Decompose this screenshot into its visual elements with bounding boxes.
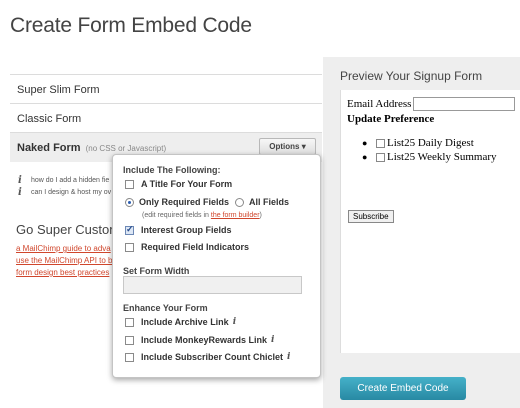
form-type-list: Super Slim Form Classic Form Naked Form …: [10, 74, 322, 162]
archive-link-label: Include Archive Link: [141, 317, 229, 327]
help-links: i how do I add a hidden fie i can I desi…: [18, 174, 111, 198]
list-item: ● List25 Daily Digest: [362, 136, 497, 150]
option-required-fields: Only Required Fields All Fields: [125, 197, 289, 207]
options-button[interactable]: Options ▾: [259, 138, 316, 155]
subscriber-count-label: Include Subscriber Count Chiclet: [141, 352, 284, 362]
option-archive-link[interactable]: Include Archive Link i: [125, 317, 236, 327]
list-label: List25 Weekly Summary: [387, 151, 497, 163]
list-item: ● List25 Weekly Summary: [362, 150, 497, 164]
help-link-label: can I design & host my ov: [31, 188, 112, 196]
info-icon[interactable]: i: [287, 352, 290, 362]
monkey-rewards-label: Include MonkeyRewards Link: [141, 335, 268, 345]
interest-groups-label: Interest Group Fields: [141, 225, 232, 235]
update-preference-heading: Update Preference: [347, 113, 435, 125]
help-link-design-host[interactable]: i can I design & host my ov: [18, 186, 111, 198]
include-heading: Include The Following:: [123, 165, 221, 175]
create-embed-code-button[interactable]: Create Embed Code: [340, 377, 466, 400]
form-width-input[interactable]: [123, 276, 302, 294]
email-field[interactable]: [413, 97, 516, 111]
bullet-icon: ●: [362, 138, 368, 148]
page-title: Create Form Embed Code: [10, 14, 252, 37]
all-fields-label: All Fields: [249, 197, 290, 207]
only-required-label: Only Required Fields: [139, 197, 230, 207]
info-icon: i: [18, 174, 22, 186]
required-fields-note: (edit required fields in the form builde…: [142, 212, 262, 219]
note-prefix: (edit required fields in: [142, 212, 209, 219]
form-type-classic[interactable]: Classic Form: [10, 103, 322, 132]
only-required-radio[interactable]: [125, 197, 134, 207]
preview-title: Preview Your Signup Form: [340, 69, 483, 83]
custom-link-advanced-guide[interactable]: a MailChimp guide to adva: [16, 243, 116, 255]
bullet-icon: ●: [362, 152, 368, 162]
options-button-label: Options: [269, 142, 300, 151]
option-required-indicators[interactable]: Required Field Indicators: [125, 242, 249, 252]
form-width-heading: Set Form Width: [123, 266, 190, 276]
help-link-hidden-field[interactable]: i how do I add a hidden fie: [18, 174, 111, 186]
option-subscriber-count[interactable]: Include Subscriber Count Chiclet i: [125, 352, 290, 362]
info-icon[interactable]: i: [271, 335, 274, 345]
email-label: Email Address: [347, 98, 412, 110]
enhance-heading: Enhance Your Form: [123, 303, 208, 313]
info-icon[interactable]: i: [233, 317, 236, 327]
info-icon: i: [18, 186, 22, 198]
custom-link-best-practices[interactable]: form design best practices: [16, 267, 116, 279]
option-interest-groups[interactable]: Interest Group Fields: [125, 224, 232, 235]
preview-panel: Preview Your Signup Form Email Address U…: [323, 57, 520, 408]
preview-form: Email Address Update Preference ● List25…: [340, 90, 520, 353]
form-type-naked-label: Naked Form: [17, 142, 81, 154]
form-type-super-slim[interactable]: Super Slim Form: [10, 74, 322, 103]
list-label: List25 Daily Digest: [387, 137, 474, 149]
go-super-custom-heading: Go Super Custom: [16, 222, 121, 237]
list-checkbox[interactable]: [376, 138, 385, 148]
help-link-label: how do I add a hidden fie: [31, 176, 110, 184]
option-monkey-rewards[interactable]: Include MonkeyRewards Link i: [125, 335, 274, 345]
custom-link-api[interactable]: use the MailChimp API to b: [16, 255, 116, 267]
all-fields-radio[interactable]: [235, 197, 245, 207]
custom-links: a MailChimp guide to adva use the MailCh…: [16, 243, 116, 279]
subscribe-button[interactable]: Subscribe: [348, 210, 394, 223]
email-row: Email Address: [347, 97, 516, 111]
form-builder-link[interactable]: the form builder: [211, 212, 260, 219]
interest-groups-checkbox[interactable]: [125, 224, 134, 235]
form-title-checkbox[interactable]: [125, 179, 134, 189]
list-checkboxes: ● List25 Daily Digest ● List25 Weekly Su…: [362, 136, 497, 164]
chevron-down-icon: ▾: [301, 142, 306, 151]
form-title-label: A Title For Your Form: [141, 179, 233, 189]
list-checkbox[interactable]: [376, 152, 385, 162]
subscriber-count-checkbox[interactable]: [125, 352, 134, 362]
options-dropdown: Include The Following: A Title For Your …: [112, 154, 321, 378]
form-type-naked-hint: (no CSS or Javascript): [85, 144, 167, 153]
required-indicators-checkbox[interactable]: [125, 242, 134, 252]
note-suffix: ): [259, 212, 262, 219]
archive-link-checkbox[interactable]: [125, 317, 134, 327]
option-form-title[interactable]: A Title For Your Form: [125, 179, 232, 189]
monkey-rewards-checkbox[interactable]: [125, 335, 134, 345]
required-indicators-label: Required Field Indicators: [141, 242, 250, 252]
